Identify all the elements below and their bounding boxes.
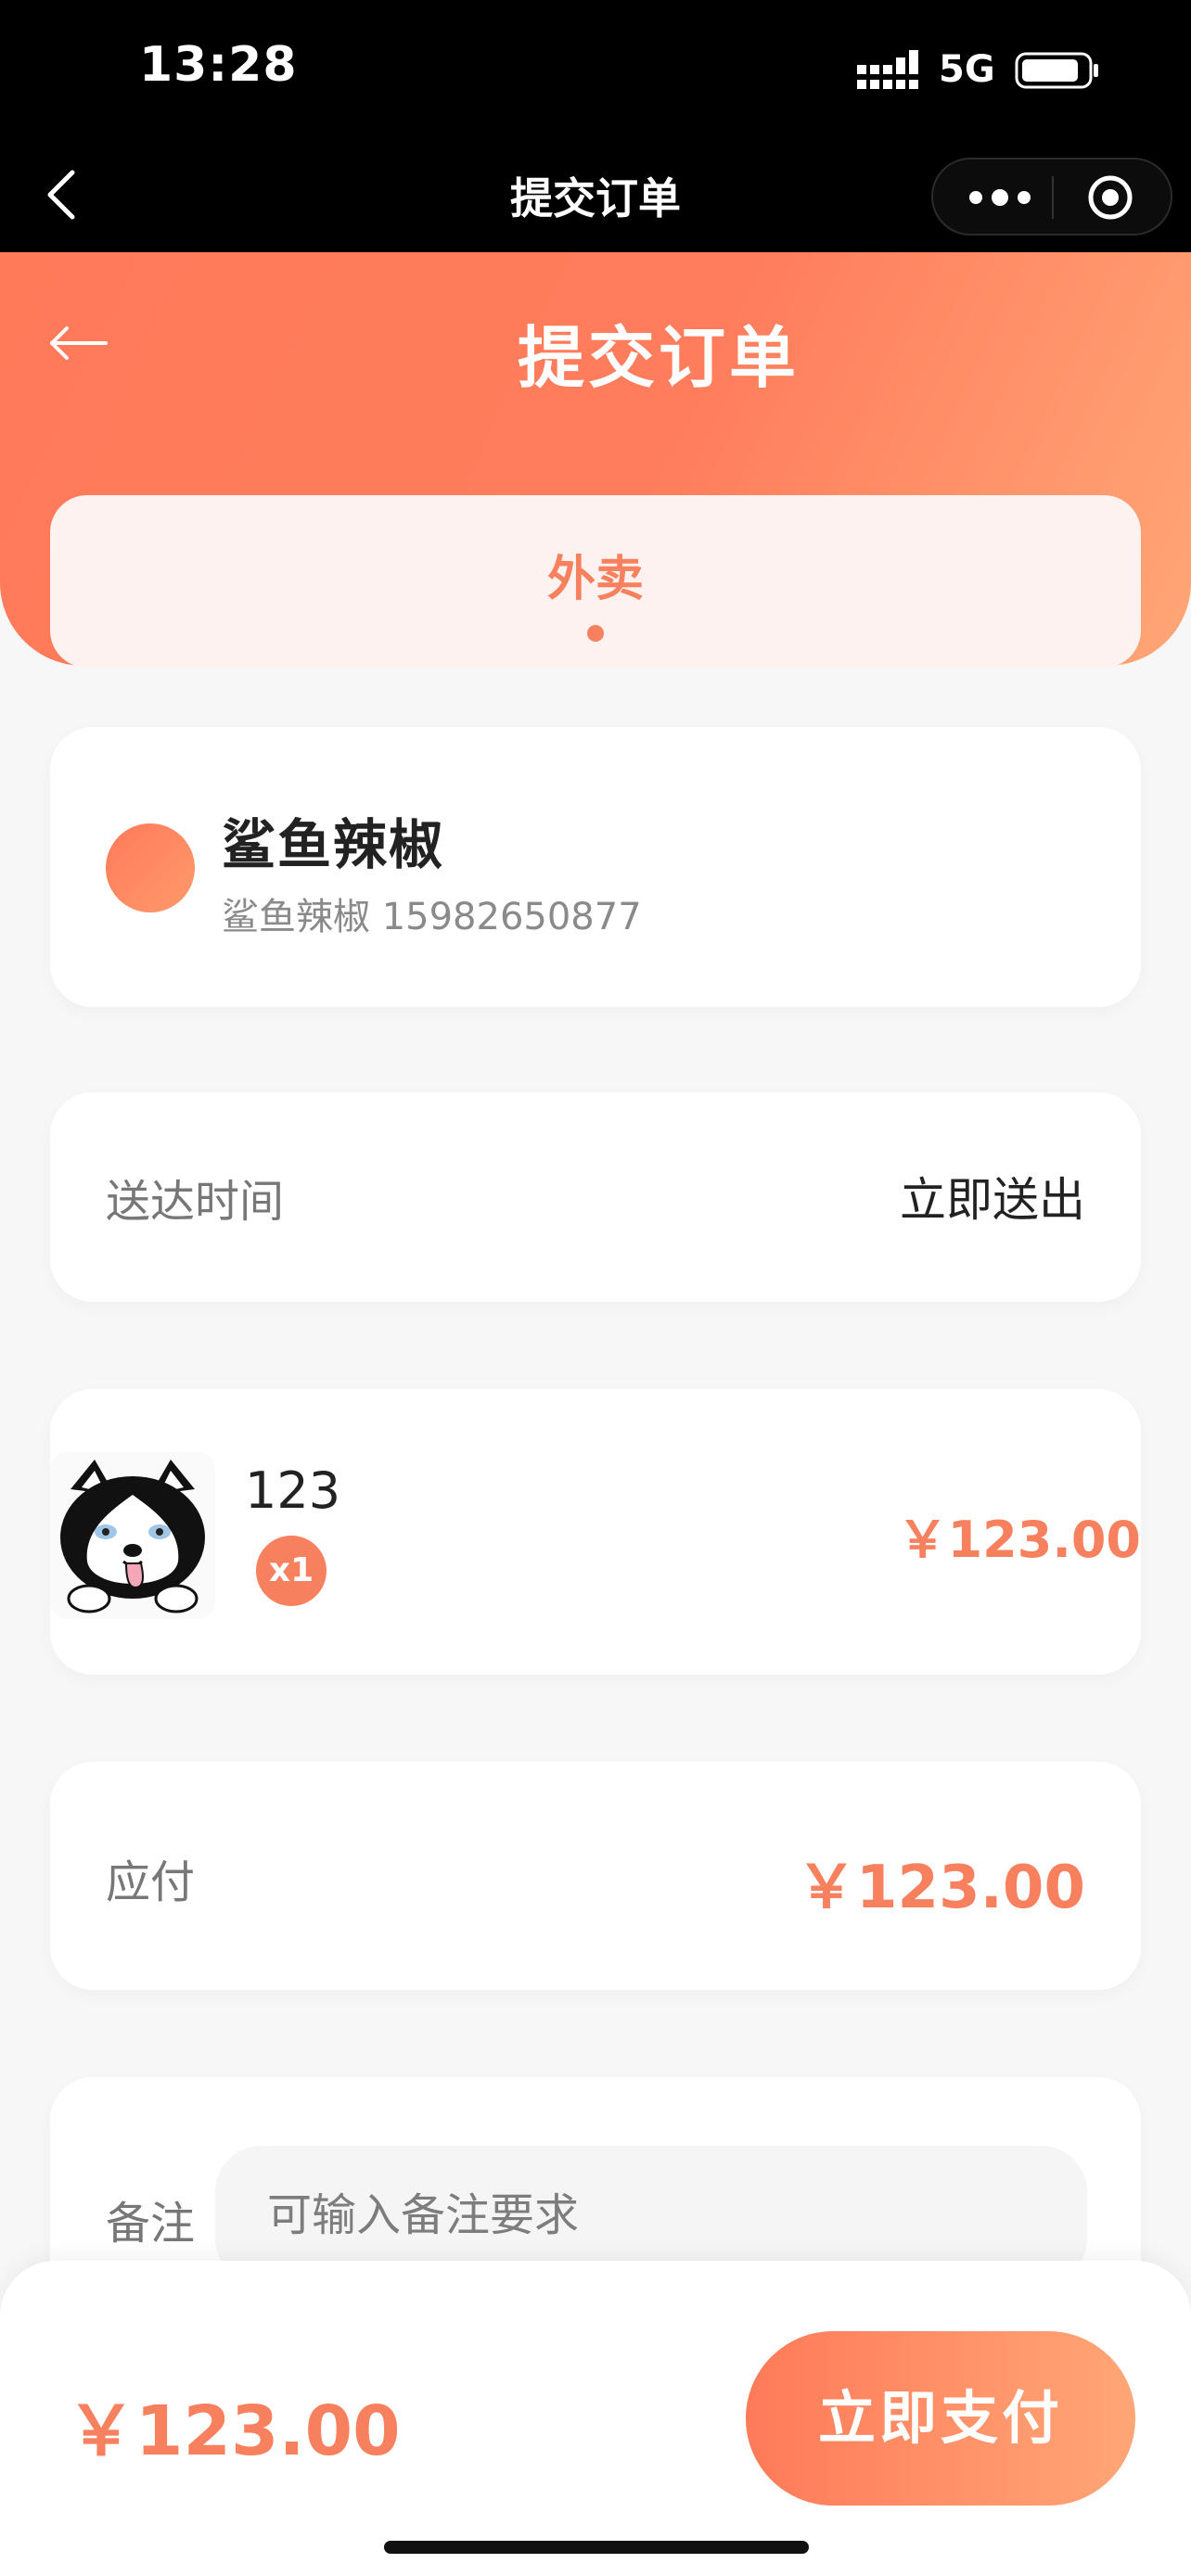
item-name: 123 [245, 1461, 341, 1520]
order-item-card: 123 x1 ￥123.00 [50, 1389, 1141, 1675]
payable-label: 应付 [106, 1856, 196, 1908]
signal-icon [857, 50, 918, 89]
network-label: 5G [939, 48, 995, 91]
page-title: 提交订单 [517, 319, 800, 397]
delivery-time-card[interactable]: 送达时间 立即送出 [50, 1092, 1141, 1302]
close-target-icon[interactable] [1087, 174, 1133, 221]
note-label: 备注 [106, 2198, 196, 2250]
quantity-badge: x1 [256, 1536, 327, 1606]
home-indicator [384, 2541, 809, 2554]
payable-card: 应付 ￥123.00 [50, 1762, 1141, 1990]
avatar [106, 823, 195, 912]
capsule-menu [931, 158, 1172, 236]
pay-now-button[interactable]: 立即支付 [746, 2331, 1135, 2506]
product-image [50, 1452, 215, 1619]
status-time: 13:28 [139, 37, 298, 93]
status-bar: 13:28 5G [0, 0, 1191, 139]
payable-amount: ￥123.00 [797, 1854, 1085, 1922]
capsule-divider [1052, 176, 1054, 219]
total-amount: ￥123.00 [67, 2391, 401, 2471]
delivery-time-label: 送达时间 [106, 1176, 285, 1228]
recipient-name: 鲨鱼辣椒 [222, 813, 445, 876]
more-icon[interactable] [967, 185, 1033, 210]
page-header: 提交订单 外卖 [0, 252, 1191, 668]
tab-active-indicator [587, 625, 604, 642]
order-type-tabs: 外卖 [50, 495, 1141, 668]
address-card[interactable]: 鲨鱼辣椒 鲨鱼辣椒 15982650877 [50, 727, 1141, 1007]
nav-bar: 提交订单 [0, 139, 1191, 252]
tab-takeout[interactable]: 外卖 [50, 540, 1141, 609]
recipient-contact: 鲨鱼辣椒 15982650877 [222, 896, 642, 938]
delivery-time-value: 立即送出 [900, 1173, 1085, 1227]
item-price: ￥123.00 [897, 1511, 1141, 1569]
battery-icon [1015, 52, 1098, 89]
checkout-bar: ￥123.00 立即支付 [0, 2261, 1191, 2576]
